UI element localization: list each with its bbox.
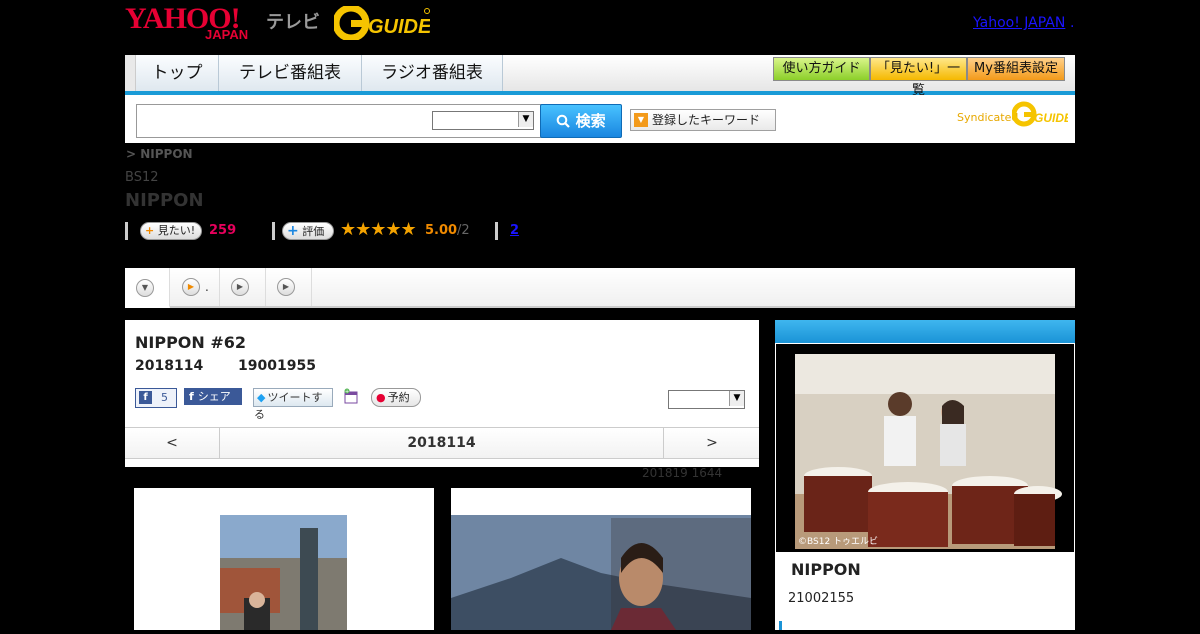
next-episode-button[interactable]: > bbox=[663, 428, 760, 458]
facebook-icon: f bbox=[189, 390, 194, 403]
sidebar-photo-taiko[interactable] bbox=[776, 344, 1074, 552]
content-tabs: ▼ ▶ . ▶ ▶ bbox=[125, 268, 1075, 308]
episode-photo-1[interactable] bbox=[134, 488, 434, 630]
nav-tab-radio-listings[interactable]: ラジオ番組表 bbox=[362, 55, 503, 91]
want-to-watch-label: 見たい! bbox=[157, 224, 196, 237]
want-list-button[interactable]: 「見たい!」一覧 bbox=[870, 57, 967, 98]
search-button-label: 検索 bbox=[575, 112, 606, 130]
sidebar-image-frame: ©BS12 トゥエルビ bbox=[776, 344, 1074, 552]
image-credit: ©BS12 トゥエルビ bbox=[798, 537, 879, 547]
calendar-add-icon[interactable]: + bbox=[343, 388, 359, 404]
photo-street-sign bbox=[220, 515, 347, 630]
search-icon bbox=[556, 112, 575, 130]
tv-logo-text[interactable]: テレビ bbox=[266, 8, 320, 34]
facebook-icon: f bbox=[139, 391, 152, 404]
want-to-watch-button[interactable]: + 見たい! bbox=[140, 222, 203, 240]
chevron-down-icon: ▼ bbox=[136, 279, 154, 297]
play-icon: ▶ bbox=[277, 278, 295, 296]
search-category-select[interactable]: ▼ bbox=[432, 111, 534, 130]
facebook-share-label: シェア bbox=[197, 390, 231, 403]
nav-left-edge bbox=[125, 55, 136, 91]
want-count: 259 bbox=[209, 223, 237, 238]
plus-icon: + bbox=[287, 223, 299, 239]
chevron-down-icon: ▼ bbox=[518, 112, 533, 127]
breadcrumb[interactable]: > NIPPON bbox=[126, 147, 193, 161]
facebook-like-count: 5 bbox=[161, 391, 168, 404]
reserve-recording-button[interactable]: ● 予約 bbox=[371, 388, 421, 407]
tab-reviews[interactable]: ▶ bbox=[266, 268, 312, 306]
nav-tab-tv-listings[interactable]: テレビ番組表 bbox=[219, 55, 362, 91]
syndicated-label: Syndicated bbox=[957, 111, 1019, 124]
previous-episode-button[interactable]: < bbox=[125, 428, 220, 458]
reviews-link[interactable]: 2 bbox=[510, 223, 519, 238]
program-title: NIPPON bbox=[125, 190, 204, 211]
search-button[interactable]: 検索 bbox=[540, 104, 622, 138]
channel-name: BS12 bbox=[125, 170, 159, 185]
rating-score: 5.00 bbox=[425, 223, 458, 238]
nav-tab-top[interactable]: トップ bbox=[136, 55, 219, 91]
record-dot-icon: ● bbox=[376, 391, 386, 404]
episode-nav-date: 2018114 bbox=[407, 435, 476, 451]
svg-text:+: + bbox=[345, 389, 349, 395]
sidebar-program-title: NIPPON bbox=[791, 560, 861, 579]
chevron-down-icon: ▼ bbox=[634, 113, 648, 127]
rate-button[interactable]: + 評価 bbox=[282, 222, 334, 240]
yahoo-japan-link[interactable]: Yahoo! JAPAN bbox=[973, 15, 1065, 31]
facebook-share-button[interactable]: f シェア bbox=[184, 388, 242, 405]
divider bbox=[495, 222, 498, 240]
syndicated-gguide-logo: GUIDE bbox=[1011, 101, 1073, 127]
sidebar-accent-bar bbox=[779, 621, 782, 630]
episode-option-select[interactable]: ▼ bbox=[668, 390, 745, 409]
photo-woman-mountain bbox=[451, 515, 751, 630]
facebook-like-button[interactable]: f 5 bbox=[135, 388, 177, 408]
episode-photo-2[interactable] bbox=[451, 488, 751, 630]
my-listing-settings-button[interactable]: My番組表設定 bbox=[967, 57, 1065, 81]
episode-time: 19001955 bbox=[238, 358, 316, 374]
chevron-down-icon: ▼ bbox=[729, 391, 744, 406]
plus-icon: + bbox=[145, 224, 155, 237]
rating-count: /2 bbox=[457, 223, 470, 238]
yahoo-japan-logo-text: JAPAN bbox=[205, 27, 249, 42]
header-dot: . bbox=[1070, 15, 1075, 31]
rate-label: 評価 bbox=[302, 225, 325, 238]
sidebar-header bbox=[775, 320, 1075, 343]
saved-keywords-label: 登録したキーワード bbox=[652, 113, 761, 127]
tab-episodes[interactable]: ▶ . bbox=[170, 268, 220, 306]
rating-stars: ★★★★★ bbox=[340, 219, 417, 240]
updated-timestamp: 201819 1644 bbox=[642, 466, 723, 480]
twitter-bird-icon: ◆ bbox=[257, 391, 266, 404]
divider bbox=[272, 222, 275, 240]
tweet-button[interactable]: ◆ ツイートする bbox=[253, 388, 333, 421]
saved-keywords-button[interactable]: ▼ 登録したキーワード bbox=[630, 109, 776, 131]
episode-date-nav: < 2018114 > bbox=[125, 427, 759, 459]
tab-episodes-label: . bbox=[205, 280, 209, 294]
sidebar-program-time: 21002155 bbox=[788, 591, 855, 606]
episode-title: NIPPON #62 bbox=[135, 333, 247, 352]
episode-date: 2018114 bbox=[135, 358, 204, 374]
tab-cast[interactable]: ▶ bbox=[220, 268, 266, 306]
main-nav: トップ テレビ番組表 ラジオ番組表 使い方ガイド 「見たい!」一覧 My番組表設… bbox=[125, 55, 1075, 98]
svg-text:GUIDE: GUIDE bbox=[1034, 111, 1068, 125]
play-icon: ▶ bbox=[231, 278, 249, 296]
play-icon: ▶ bbox=[182, 278, 200, 296]
gguide-logo: GUIDE bbox=[332, 4, 432, 42]
svg-text:GUIDE: GUIDE bbox=[368, 16, 430, 38]
reserve-label: 予約 bbox=[387, 391, 410, 404]
divider bbox=[125, 222, 128, 240]
guide-button[interactable]: 使い方ガイド bbox=[773, 57, 870, 81]
tab-overview[interactable]: ▼ bbox=[125, 268, 170, 308]
